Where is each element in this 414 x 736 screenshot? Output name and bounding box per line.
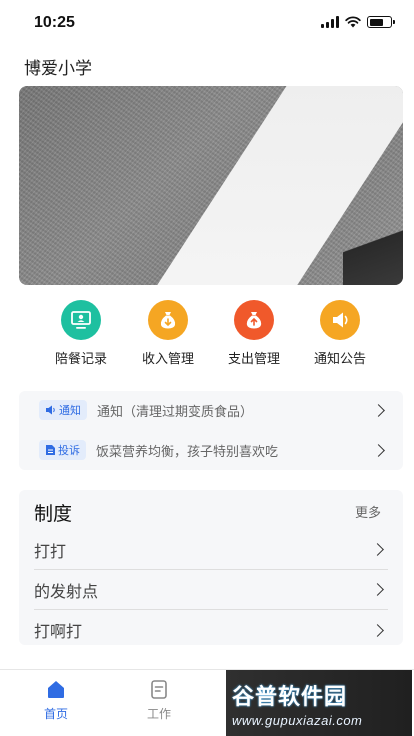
money-bag-out-icon [234, 300, 274, 340]
chevron-right-icon [371, 623, 384, 637]
chevron-right-icon [371, 583, 384, 596]
tab-home[interactable]: 首页 [26, 678, 86, 722]
tab-label: 首页 [43, 707, 68, 721]
policy-item[interactable]: 打打 [34, 530, 388, 570]
document-icon [46, 445, 55, 455]
policy-title: 制度 [34, 503, 73, 525]
watermark-url: www.gupuxiazai.com [232, 712, 363, 728]
money-bag-in-icon [148, 300, 188, 340]
quick-item-label: 支出管理 [227, 352, 280, 367]
notice-tag-label: 投诉 [58, 444, 80, 457]
notice-card: 通知 通知（清理过期变质食品） 投诉 饭菜营养均衡，孩子特别喜欢吃 [19, 391, 403, 470]
watermark-brand: 谷普软件园 [232, 683, 348, 709]
quick-item-income[interactable]: 收入管理 [128, 300, 208, 367]
quick-menu: 陪餐记录 收入管理 支出管理 通知公告 [0, 300, 414, 370]
notice-tag-label: 通知 [59, 404, 81, 417]
policy-item[interactable]: 打啊打 [34, 610, 388, 645]
banner-image[interactable] [19, 86, 403, 285]
chevron-right-icon [372, 403, 385, 417]
notice-row-complaint[interactable]: 投诉 饭菜营养均衡，孩子特别喜欢吃 [19, 431, 403, 469]
battery-icon [367, 16, 395, 28]
quick-item-announcements[interactable]: 通知公告 [300, 300, 380, 367]
quick-item-label: 陪餐记录 [54, 352, 107, 367]
quick-item-meal-records[interactable]: 陪餐记录 [41, 300, 121, 367]
speaker-icon [320, 300, 360, 340]
policy-more-link[interactable]: 更多 [355, 502, 381, 521]
banner-shadow-region [343, 215, 403, 285]
policy-item-label: 打啊打 [34, 622, 83, 641]
page-title: 博爱小学 [24, 59, 92, 79]
status-time: 10:25 [34, 14, 75, 31]
chevron-right-icon [372, 443, 385, 457]
quick-item-label: 通知公告 [313, 352, 366, 367]
notice-tag: 投诉 [39, 440, 86, 460]
policy-item-label: 的发射点 [34, 581, 99, 601]
monitor-icon [61, 300, 101, 340]
policy-item-label: 打打 [34, 541, 67, 561]
tab-label: 工作 [146, 707, 171, 721]
quick-item-expense[interactable]: 支出管理 [214, 300, 294, 367]
wifi-icon [345, 16, 361, 28]
policy-card: 制度 更多 打打 的发射点 打啊打 [19, 490, 403, 645]
notice-row-announcement[interactable]: 通知 通知（清理过期变质食品） [19, 391, 403, 429]
cellular-signal-icon [321, 16, 339, 28]
notice-text: 通知（清理过期变质食品） [97, 404, 254, 420]
watermark-logo: 谷普软件园 www.gupuxiazai.com [226, 670, 412, 736]
tab-work[interactable]: 工作 [129, 678, 189, 722]
quick-item-label: 收入管理 [141, 352, 194, 367]
policy-item[interactable]: 的发射点 [34, 570, 388, 610]
chevron-right-icon [371, 543, 384, 556]
policy-header: 制度 更多 [19, 490, 403, 530]
notice-text: 饭菜营养均衡，孩子特别喜欢吃 [96, 444, 279, 460]
notice-tag: 通知 [39, 400, 87, 420]
speaker-icon [46, 405, 55, 415]
home-icon [48, 681, 64, 698]
clipboard-icon [151, 680, 167, 699]
status-bar: 10:25 [0, 0, 414, 44]
status-icons [321, 16, 395, 28]
